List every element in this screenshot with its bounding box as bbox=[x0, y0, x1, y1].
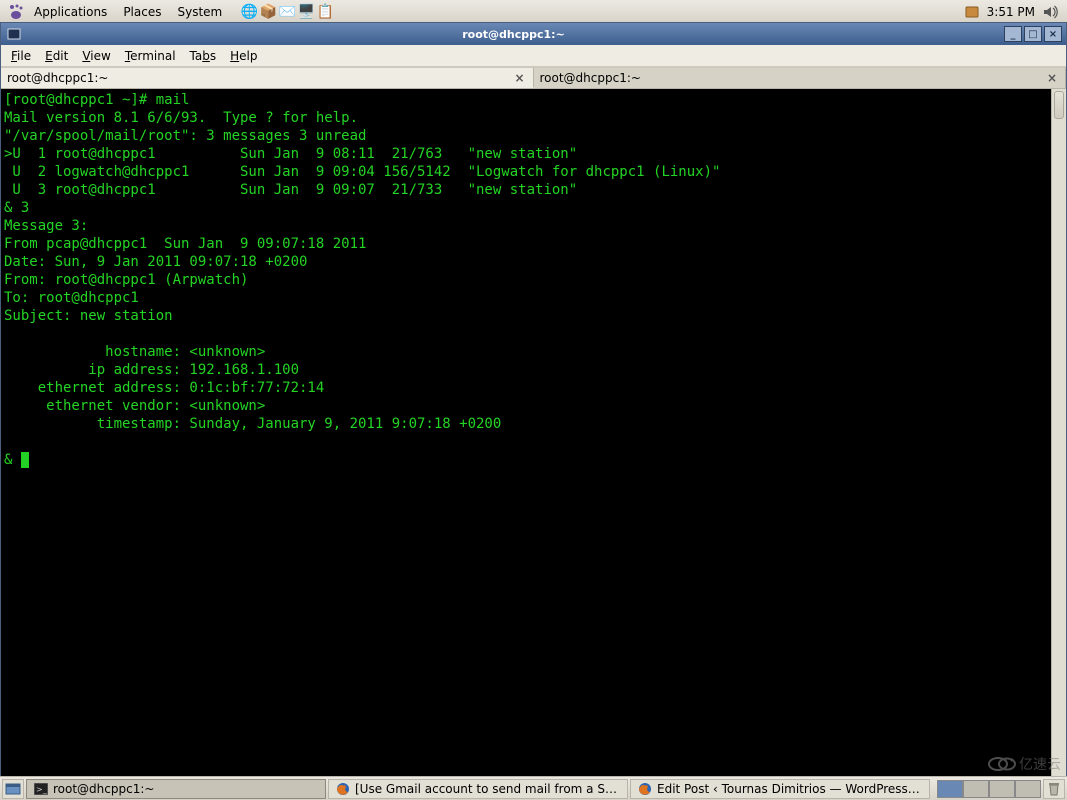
menu-view[interactable]: View bbox=[76, 47, 116, 65]
menu-file[interactable]: File bbox=[5, 47, 37, 65]
firefox-icon bbox=[335, 781, 351, 797]
launcher-icon[interactable]: 📋 bbox=[316, 3, 334, 21]
clock[interactable]: 3:51 PM bbox=[987, 5, 1035, 19]
places-menu[interactable]: Places bbox=[115, 5, 169, 19]
task-label: root@dhcppc1:~ bbox=[53, 782, 319, 796]
bottom-panel: >_ root@dhcppc1:~ [Use Gmail account to … bbox=[0, 776, 1067, 800]
maximize-button[interactable]: □ bbox=[1024, 26, 1042, 42]
applications-menu[interactable]: Applications bbox=[26, 5, 115, 19]
workspace-4[interactable] bbox=[1015, 780, 1041, 798]
top-panel: Applications Places System 🌐 📦 ✉️ 🖥️ 📋 3… bbox=[0, 0, 1067, 24]
menu-tabs[interactable]: Tabs bbox=[184, 47, 223, 65]
menubar: File Edit View Terminal Tabs Help bbox=[1, 45, 1066, 67]
terminal-icon: >_ bbox=[33, 781, 49, 797]
show-desktop-button[interactable] bbox=[2, 779, 24, 799]
workspace-3[interactable] bbox=[989, 780, 1015, 798]
workspace-2[interactable] bbox=[963, 780, 989, 798]
svg-text:>_: >_ bbox=[36, 785, 48, 794]
tab-1[interactable]: root@dhcppc1:~ × bbox=[1, 67, 534, 88]
firefox-icon bbox=[637, 781, 653, 797]
task-label: [Use Gmail account to send mail from a S… bbox=[355, 782, 621, 796]
launcher-icon[interactable]: 🖥️ bbox=[297, 3, 315, 21]
launcher-icon[interactable]: 📦 bbox=[259, 3, 277, 21]
launcher-icon[interactable]: ✉️ bbox=[278, 3, 296, 21]
terminal-output[interactable]: [root@dhcppc1 ~]# mail Mail version 8.1 … bbox=[1, 89, 1066, 781]
terminal-window: root@dhcppc1:~ _ □ × File Edit View Term… bbox=[0, 22, 1067, 783]
window-title: root@dhcppc1:~ bbox=[23, 28, 1004, 41]
trash-icon[interactable] bbox=[1043, 779, 1065, 799]
workspace-1[interactable] bbox=[937, 780, 963, 798]
menu-help[interactable]: Help bbox=[224, 47, 263, 65]
launcher-icon[interactable]: 🌐 bbox=[240, 3, 258, 21]
scrollbar-thumb[interactable] bbox=[1054, 91, 1064, 119]
tab-label: root@dhcppc1:~ bbox=[540, 71, 641, 85]
task-firefox-2[interactable]: Edit Post ‹ Tournas Dimitrios — WordPres… bbox=[630, 779, 930, 799]
menu-edit[interactable]: Edit bbox=[39, 47, 74, 65]
scrollbar[interactable] bbox=[1051, 89, 1066, 782]
minimize-button[interactable]: _ bbox=[1004, 26, 1022, 42]
task-firefox-1[interactable]: [Use Gmail account to send mail from a S… bbox=[328, 779, 628, 799]
workspace-switcher[interactable] bbox=[937, 780, 1041, 798]
system-menu[interactable]: System bbox=[169, 5, 230, 19]
close-button[interactable]: × bbox=[1044, 26, 1062, 42]
tab-2[interactable]: root@dhcppc1:~ × bbox=[534, 67, 1067, 88]
menu-terminal[interactable]: Terminal bbox=[119, 47, 182, 65]
task-terminal[interactable]: >_ root@dhcppc1:~ bbox=[26, 779, 326, 799]
launcher-icons: 🌐 📦 ✉️ 🖥️ 📋 bbox=[240, 3, 334, 21]
titlebar[interactable]: root@dhcppc1:~ _ □ × bbox=[1, 23, 1066, 45]
task-label: Edit Post ‹ Tournas Dimitrios — WordPres… bbox=[657, 782, 923, 796]
tab-close-icon[interactable]: × bbox=[1045, 71, 1059, 85]
window-menu-icon[interactable] bbox=[5, 26, 23, 42]
update-icon[interactable] bbox=[963, 3, 981, 21]
tab-label: root@dhcppc1:~ bbox=[7, 71, 108, 85]
gnome-foot-icon bbox=[6, 2, 26, 22]
tab-close-icon[interactable]: × bbox=[512, 71, 526, 85]
volume-icon[interactable] bbox=[1041, 3, 1059, 21]
tab-bar: root@dhcppc1:~ × root@dhcppc1:~ × bbox=[1, 67, 1066, 89]
